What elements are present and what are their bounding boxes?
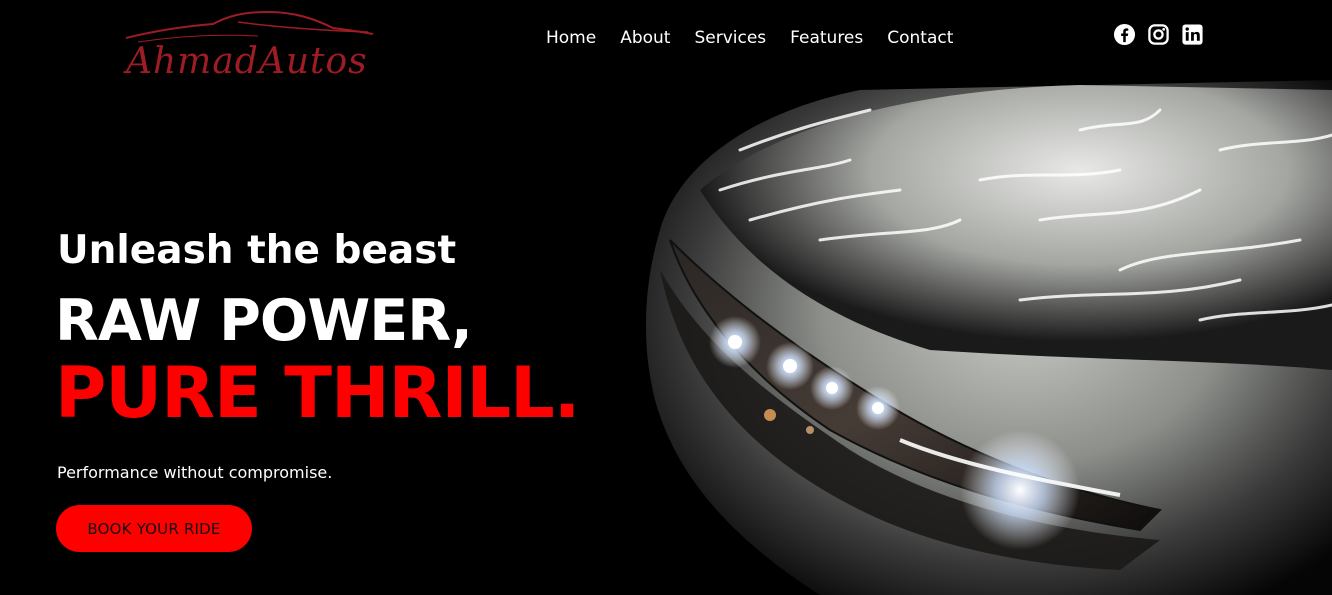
instagram-icon[interactable] — [1147, 23, 1170, 46]
hero-car-image — [600, 70, 1332, 595]
hero-headline-line1: RAW POWER, — [55, 288, 473, 354]
linkedin-icon[interactable] — [1181, 23, 1204, 46]
main-nav: Home About Services Features Contact — [534, 26, 965, 50]
hero-tagline: Unleash the beast — [57, 228, 457, 273]
nav-about[interactable]: About — [608, 26, 682, 50]
page: AhmadAutos Home About Services Features … — [0, 0, 1332, 595]
nav-contact[interactable]: Contact — [875, 26, 965, 50]
social-links — [1113, 23, 1204, 46]
book-your-ride-button[interactable]: BOOK YOUR RIDE — [56, 505, 252, 552]
hero-subtitle: Performance without compromise. — [57, 463, 333, 482]
logo-text: AhmadAutos — [126, 41, 368, 82]
brand-logo[interactable]: AhmadAutos — [118, 8, 378, 88]
nav-services[interactable]: Services — [682, 26, 778, 50]
facebook-icon[interactable] — [1113, 23, 1136, 46]
hero-headline-line2: PURE THRILL. — [55, 352, 580, 434]
nav-home[interactable]: Home — [534, 26, 608, 50]
nav-features[interactable]: Features — [778, 26, 875, 50]
